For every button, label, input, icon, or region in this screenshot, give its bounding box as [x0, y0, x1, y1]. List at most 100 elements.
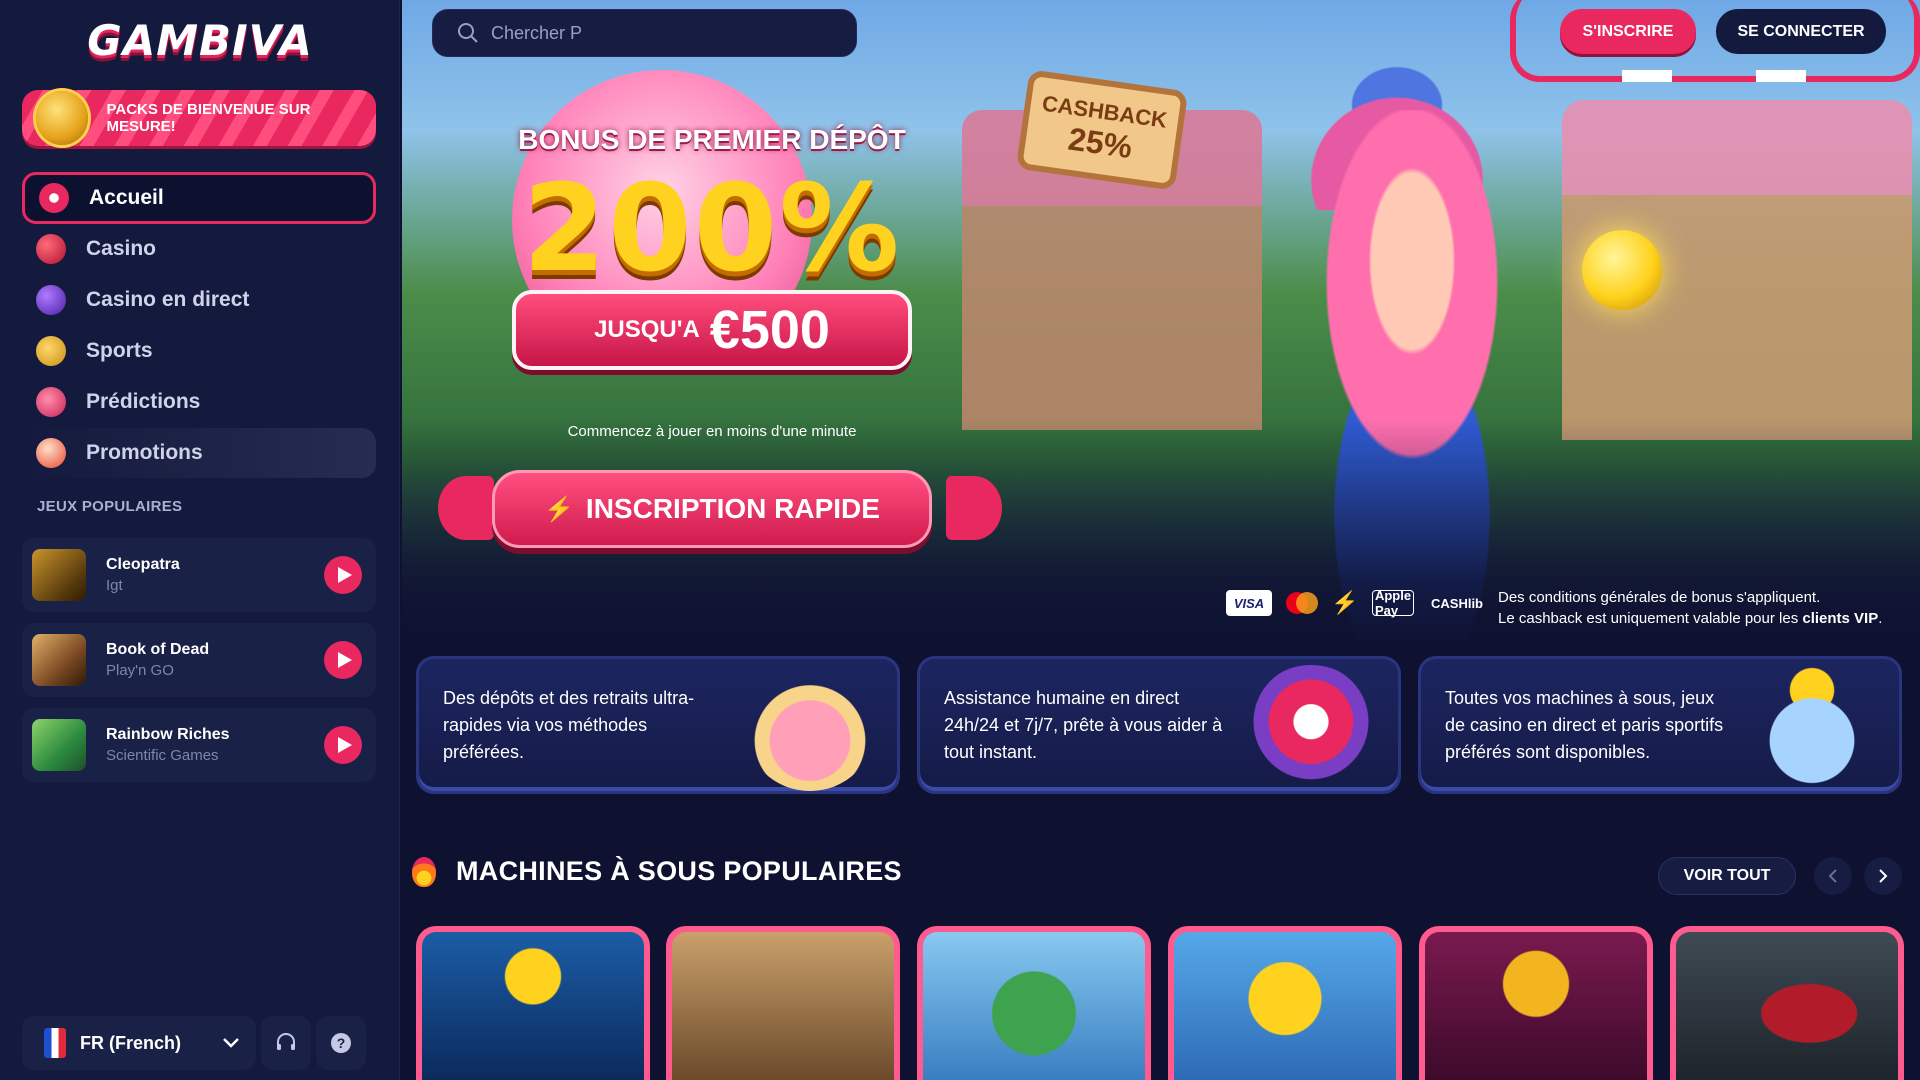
fire-icon — [412, 856, 436, 887]
nav-item-casino[interactable]: Casino — [22, 224, 376, 274]
feature-text: Toutes vos machines à sous, jeux de casi… — [1445, 687, 1724, 762]
visa-logo: VISA — [1226, 590, 1272, 616]
nav-item-accueil[interactable]: Accueil — [22, 172, 376, 224]
sidebar-footer: FR (French) ? — [22, 1016, 376, 1070]
gold-coin-icon — [36, 91, 89, 145]
instant-payment-icon: ⚡ — [1331, 590, 1359, 615]
bonus-subtitle: Commencez à jouer en moins d'une minute — [567, 423, 857, 440]
game-provider: Igt — [106, 577, 123, 594]
bonus-percent: 200% — [522, 160, 902, 299]
nav-label: Prédictions — [86, 390, 201, 413]
promotions-icon — [36, 438, 66, 468]
search-input[interactable] — [491, 22, 811, 44]
clock-icon — [1246, 665, 1376, 791]
slot-card[interactable] — [1168, 926, 1402, 1080]
cake-icon — [745, 665, 875, 791]
carousel-prev-button[interactable] — [1814, 857, 1852, 895]
nav-item-casino-en-direct[interactable]: Casino en direct — [22, 275, 376, 325]
game-name: Cleopatra — [106, 556, 180, 573]
terms-line-2: Le cashback est uniquement valable pour … — [1498, 610, 1883, 627]
apple-pay-logo: Apple Pay — [1372, 588, 1414, 618]
popular-games-heading: JEUX POPULAIRES — [37, 498, 183, 515]
slot-card[interactable] — [917, 926, 1151, 1080]
terms-line-1: Des conditions générales de bonus s'appl… — [1498, 589, 1821, 606]
nav-item-predictions[interactable]: Prédictions — [22, 377, 376, 427]
language-selector[interactable]: FR (French) — [22, 1016, 256, 1070]
bonus-terms: Des conditions générales de bonus s'appl… — [1498, 587, 1882, 629]
slot-card[interactable] — [1419, 926, 1653, 1080]
carousel-next-button[interactable] — [1864, 857, 1902, 895]
quick-signup-label: INSCRIPTION RAPIDE — [585, 493, 880, 524]
nav-label: Accueil — [89, 186, 164, 209]
feature-text: Assistance humaine en direct 24h/24 et 7… — [944, 687, 1223, 762]
french-flag-icon — [44, 1028, 66, 1058]
sidebar: GAMBIVA PACKS DE BIENVENUE SUR MESURE! A… — [0, 0, 400, 1080]
hero-banner: CASHBACK 25% BONUS DE PREMIER DÉPÔT 200%… — [402, 0, 1920, 650]
candy-wrapper-right — [946, 476, 1002, 540]
mastercard-icon — [1284, 590, 1318, 616]
game-item-rainbow-riches[interactable]: Rainbow Riches Scientific Games — [22, 708, 376, 782]
game-provider: Play'n GO — [106, 662, 174, 679]
nav-label: Promotions — [86, 441, 203, 464]
feature-card-payments: Des dépôts et des retraits ultra-rapides… — [416, 656, 900, 794]
gambiva-logo[interactable]: GAMBIVA — [87, 12, 312, 68]
quick-signup-button[interactable]: ⚡ INSCRIPTION RAPIDE — [492, 470, 932, 548]
cashlib-logo: CASHlib — [1431, 595, 1483, 611]
game-name: Rainbow Riches — [106, 726, 230, 743]
payment-methods: VISA ⚡ Apple Pay CASHlib — [1226, 588, 1500, 618]
login-button[interactable]: SE CONNECTER — [1716, 9, 1886, 54]
game-name: Book of Dead — [106, 641, 210, 658]
play-button[interactable] — [324, 726, 362, 764]
game-thumbnail — [32, 719, 86, 771]
play-icon — [337, 652, 352, 668]
view-all-button[interactable]: VOIR TOUT — [1658, 857, 1796, 895]
search-bar[interactable] — [432, 9, 857, 57]
search-icon — [458, 23, 478, 43]
signup-button[interactable]: S'INSCRIRE — [1560, 9, 1696, 54]
casino-icon — [36, 234, 66, 264]
live-casino-icon — [36, 285, 66, 315]
nav-item-sports[interactable]: Sports — [22, 326, 376, 376]
help-button[interactable]: ? — [316, 1016, 366, 1070]
feature-card-support: Assistance humaine en direct 24h/24 et 7… — [917, 656, 1401, 794]
game-provider: Scientific Games — [106, 747, 219, 764]
nav-label: Casino — [86, 237, 157, 260]
support-button[interactable] — [261, 1016, 311, 1070]
nav-label: Sports — [86, 339, 153, 362]
nav-item-promotions[interactable]: Promotions — [22, 428, 376, 478]
main-nav: Accueil Casino Casino en direct Sports P… — [22, 172, 376, 479]
headset-icon — [277, 1033, 295, 1050]
slot-card[interactable] — [666, 926, 900, 1080]
slot-card[interactable] — [1670, 926, 1904, 1080]
play-button[interactable] — [324, 641, 362, 679]
bonus-upto: JUSQU'A — [594, 316, 700, 343]
play-button[interactable] — [324, 556, 362, 594]
game-item-cleopatra[interactable]: Cleopatra Igt — [22, 538, 376, 612]
home-icon — [39, 183, 69, 213]
lightning-icon: ⚡ — [544, 495, 574, 523]
popular-slots-title: MACHINES À SOUS POPULAIRES — [456, 856, 902, 886]
game-item-book-of-dead[interactable]: Book of Dead Play'n GO — [22, 623, 376, 697]
chevron-left-icon — [1828, 869, 1837, 883]
language-label: FR (French) — [80, 1032, 181, 1053]
play-icon — [337, 737, 352, 753]
bonus-title: BONUS DE PREMIER DÉPÔT — [518, 124, 906, 155]
nav-label: Casino en direct — [86, 288, 250, 311]
bonus-amount-ribbon: JUSQU'A €500 — [512, 290, 912, 370]
popular-slots-heading: MACHINES À SOUS POPULAIRES — [412, 856, 902, 887]
predictions-icon — [36, 387, 66, 417]
feature-card-games: Toutes vos machines à sous, jeux de casi… — [1418, 656, 1902, 794]
popular-games-list: Cleopatra Igt Book of Dead Play'n GO Rai… — [22, 538, 376, 793]
slot-card[interactable] — [416, 926, 650, 1080]
candy-jar-icon — [1747, 665, 1877, 791]
chevron-down-icon — [223, 1038, 239, 1048]
play-icon — [337, 567, 352, 583]
sports-icon — [36, 336, 66, 366]
vip-clients-link[interactable]: clients VIP — [1802, 610, 1878, 627]
svg-text:?: ? — [337, 1035, 346, 1051]
feature-text: Des dépôts et des retraits ultra-rapides… — [443, 687, 695, 762]
game-thumbnail — [32, 549, 86, 601]
welcome-packs-banner[interactable]: PACKS DE BIENVENUE SUR MESURE! — [22, 90, 376, 146]
welcome-banner-text: PACKS DE BIENVENUE SUR MESURE! — [106, 101, 311, 135]
chevron-right-icon — [1879, 869, 1888, 883]
